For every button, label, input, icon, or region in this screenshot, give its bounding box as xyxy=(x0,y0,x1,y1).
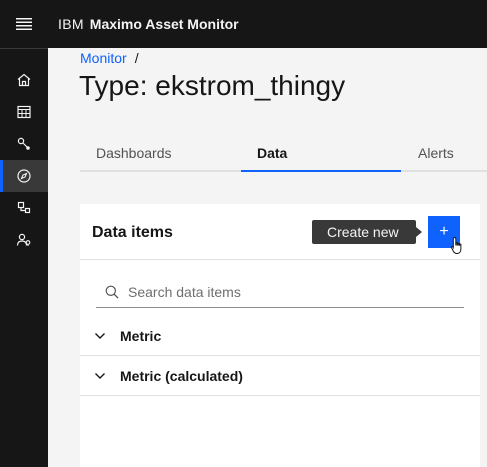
breadcrumb-monitor-link[interactable]: Monitor xyxy=(80,50,127,66)
search-field xyxy=(96,276,464,308)
asset-structure-icon xyxy=(17,201,31,214)
tab-bar: Dashboards Data Alerts xyxy=(80,138,487,172)
card-divider xyxy=(80,259,480,260)
sidenav-item-connections[interactable] xyxy=(0,128,48,160)
tab-dashboards[interactable]: Dashboards xyxy=(80,138,241,172)
calendar-grid-icon xyxy=(17,105,31,119)
sidenav-item-users[interactable] xyxy=(0,224,48,256)
main-content: Monitor / Type: ekstrom_thingy Dashboard… xyxy=(48,48,487,467)
app-header: IBM Maximo Asset Monitor xyxy=(0,0,487,48)
tab-alerts[interactable]: Alerts xyxy=(401,138,487,172)
sidenav-item-structure[interactable] xyxy=(0,192,48,224)
search-icon xyxy=(96,276,128,308)
data-items-card: Data items Create new + Metric xyxy=(80,204,480,467)
home-icon xyxy=(17,73,31,87)
sidenav-item-calendar[interactable] xyxy=(0,96,48,128)
hand-pointer-cursor-icon xyxy=(450,236,462,255)
compass-monitor-icon xyxy=(17,169,31,183)
brand-product-name: Maximo Asset Monitor xyxy=(89,16,239,32)
accordion-item-metric[interactable]: Metric xyxy=(80,316,480,356)
chevron-down-icon xyxy=(80,356,120,396)
connection-nodes-icon xyxy=(17,137,30,150)
sidenav-item-home[interactable] xyxy=(0,64,48,96)
page-title: Type: ekstrom_thingy xyxy=(79,70,346,101)
user-admin-icon xyxy=(16,233,31,246)
create-new-tooltip: Create new xyxy=(312,220,422,244)
breadcrumb-separator: / xyxy=(134,50,139,66)
breadcrumb: Monitor / xyxy=(80,50,139,66)
search-input[interactable] xyxy=(128,276,458,307)
tab-data[interactable]: Data xyxy=(241,138,401,172)
side-nav xyxy=(0,48,48,467)
accordion-label: Metric (calculated) xyxy=(120,367,243,384)
brand-ibm: IBM xyxy=(58,16,84,32)
accordion-item-metric-calculated[interactable]: Metric (calculated) xyxy=(80,356,480,396)
product-brand[interactable]: IBM Maximo Asset Monitor xyxy=(58,16,239,32)
hamburger-menu-icon[interactable] xyxy=(0,0,48,48)
chevron-down-icon xyxy=(80,316,120,356)
sidenav-item-monitor[interactable] xyxy=(0,160,48,192)
accordion-label: Metric xyxy=(120,327,162,344)
card-title: Data items xyxy=(92,224,173,241)
add-icon: + xyxy=(439,223,449,240)
